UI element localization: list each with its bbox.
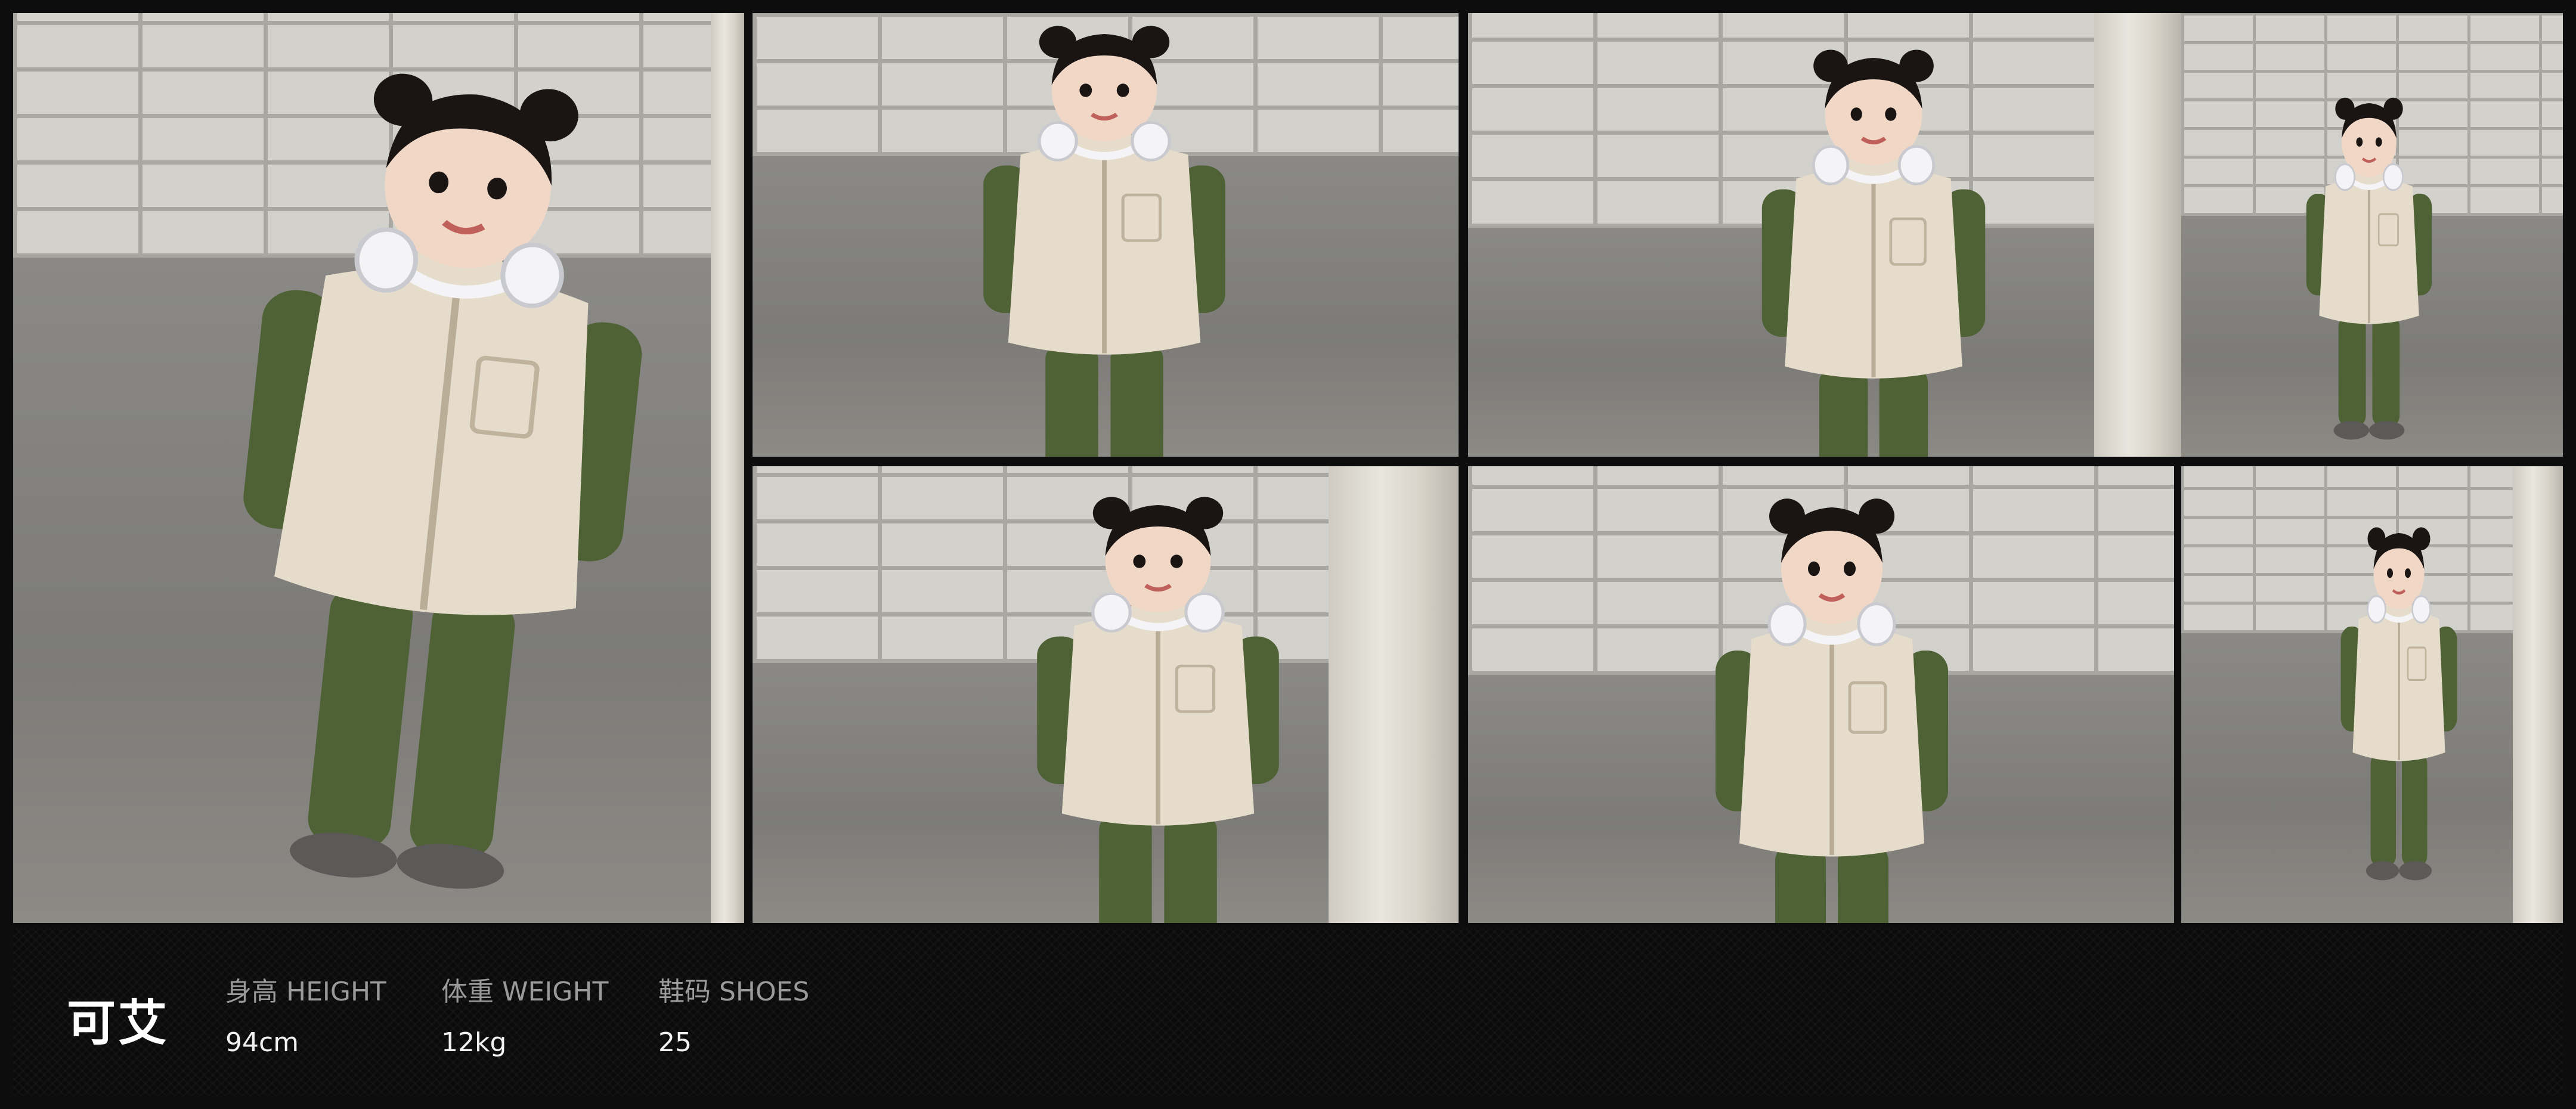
stat-height: 身高 HEIGHT 94cm bbox=[225, 970, 386, 1058]
photo-1 bbox=[13, 13, 744, 923]
model-name: 可艾 bbox=[67, 995, 170, 1052]
child-figure bbox=[2289, 85, 2450, 454]
child-figure bbox=[949, 13, 1259, 457]
photo-2 bbox=[753, 13, 1459, 457]
stat-label: 身高 HEIGHT bbox=[225, 977, 386, 1007]
pillar bbox=[1329, 466, 1459, 923]
photo-7 bbox=[2181, 466, 2563, 923]
stat-label: 鞋码 SHOES bbox=[658, 977, 810, 1007]
child-figure bbox=[1683, 478, 1981, 923]
stat-shoes: 鞋码 SHOES 25 bbox=[658, 970, 809, 1058]
photo-3 bbox=[1468, 13, 2181, 457]
child-figure bbox=[192, 49, 681, 919]
child-figure bbox=[1730, 31, 2017, 457]
photo-5 bbox=[753, 466, 1459, 923]
photo-6 bbox=[1468, 466, 2174, 923]
photo-4 bbox=[2181, 13, 2563, 457]
pillar bbox=[2094, 13, 2181, 457]
stat-value: 25 bbox=[658, 1027, 692, 1058]
child-figure bbox=[1003, 478, 1313, 923]
stat-label: 体重 WEIGHT bbox=[441, 977, 609, 1007]
stat-weight: 体重 WEIGHT 12kg bbox=[441, 970, 608, 1058]
stat-value: 94cm bbox=[225, 1027, 299, 1058]
model-info-bar: 可艾 身高 HEIGHT 94cm 体重 WEIGHT 12kg 鞋码 SHOE… bbox=[13, 928, 2563, 1096]
stat-value: 12kg bbox=[441, 1027, 507, 1058]
pillar bbox=[2513, 466, 2563, 923]
child-figure bbox=[2324, 514, 2473, 896]
